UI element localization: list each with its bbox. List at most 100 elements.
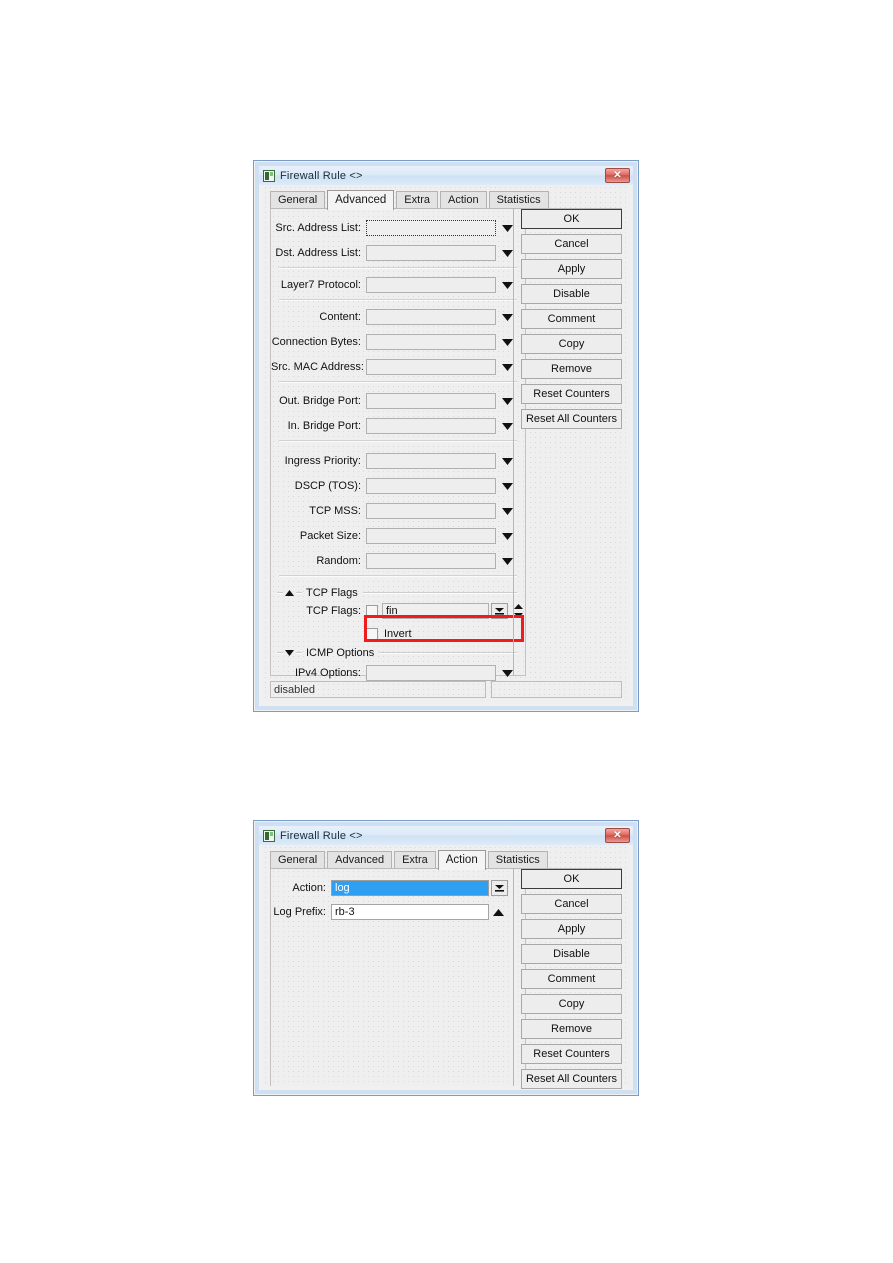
comment-button[interactable]: Comment — [521, 309, 622, 329]
copy-button[interactable]: Copy — [521, 334, 622, 354]
dscp-tos-input[interactable] — [366, 478, 496, 494]
row-dscp-tos[interactable]: DSCP (TOS): — [271, 475, 525, 497]
advanced-form-pane: Src. Address List: Dst. Address List: La… — [270, 209, 526, 676]
apply-button[interactable]: Apply — [521, 259, 622, 279]
label-src-address-list: Src. Address List: — [271, 222, 366, 234]
close-icon[interactable]: ✕ — [605, 828, 630, 843]
chevron-down-icon[interactable] — [283, 648, 296, 658]
connection-bytes-input[interactable] — [366, 334, 496, 350]
tab-general[interactable]: General — [270, 851, 325, 869]
label-src-mac-address: Src. MAC Address: — [271, 361, 366, 373]
log-prefix-input[interactable]: rb-3 — [331, 904, 489, 920]
src-address-list-input[interactable] — [366, 220, 496, 236]
tab-action[interactable]: Action — [438, 850, 486, 870]
row-connection-bytes[interactable]: Connection Bytes: — [271, 331, 525, 353]
tab-statistics[interactable]: Statistics — [488, 851, 548, 869]
window-title: Firewall Rule <> — [280, 170, 363, 182]
ok-button[interactable]: OK — [521, 209, 622, 229]
action-input[interactable]: log — [331, 880, 489, 896]
cancel-button[interactable]: Cancel — [521, 234, 622, 254]
tcp-flags-dropdown-button[interactable] — [491, 603, 508, 619]
row-random[interactable]: Random: — [271, 550, 525, 572]
tab-action[interactable]: Action — [440, 191, 487, 209]
remove-button[interactable]: Remove — [521, 1019, 622, 1039]
reset-counters-button[interactable]: Reset Counters — [521, 384, 622, 404]
divider — [279, 575, 517, 577]
application-icon — [263, 170, 275, 182]
action-dropdown-button[interactable] — [491, 880, 508, 896]
group-header-tcp-flags[interactable]: TCP Flags — [277, 586, 517, 600]
divider — [279, 299, 517, 301]
tab-extra[interactable]: Extra — [396, 191, 438, 209]
label-out-bridge-port: Out. Bridge Port: — [271, 395, 366, 407]
tab-advanced[interactable]: Advanced — [327, 851, 392, 869]
invert-checkbox[interactable] — [366, 628, 378, 640]
title-bar[interactable]: Firewall Rule <> ✕ — [259, 826, 633, 845]
out-bridge-port-input[interactable] — [366, 393, 496, 409]
tab-bar[interactable]: GeneralAdvancedExtraActionStatistics — [270, 189, 551, 209]
layer7-protocol-input[interactable] — [366, 277, 496, 293]
label-dst-address-list: Dst. Address List: — [271, 247, 366, 259]
disable-button[interactable]: Disable — [521, 944, 622, 964]
remove-button[interactable]: Remove — [521, 359, 622, 379]
close-icon[interactable]: ✕ — [605, 168, 630, 183]
ipv4-options-input[interactable] — [366, 665, 496, 681]
row-layer7-protocol[interactable]: Layer7 Protocol: — [271, 274, 525, 296]
chevron-up-icon[interactable] — [283, 588, 296, 598]
group-title-tcp-flags: TCP Flags — [302, 587, 363, 599]
label-tcp-flags: TCP Flags: — [271, 605, 366, 617]
action-button-column[interactable]: OK Cancel Apply Disable Comment Copy Remove Res… — [521, 869, 622, 1094]
label-action: Action: — [271, 882, 331, 894]
reset-counters-button[interactable]: Reset Counters — [521, 1044, 622, 1064]
row-tcp-flags[interactable]: TCP Flags: fin — [271, 600, 525, 622]
firewall-rule-action-window[interactable]: Firewall Rule <> ✕ GeneralAdvancedExtraA… — [253, 820, 639, 1096]
row-src-address-list[interactable]: Src. Address List: — [271, 217, 525, 239]
tab-general[interactable]: General — [270, 191, 325, 209]
row-ingress-priority[interactable]: Ingress Priority: — [271, 450, 525, 472]
tab-extra[interactable]: Extra — [394, 851, 436, 869]
firewall-rule-advanced-window[interactable]: Firewall Rule <> ✕ GeneralAdvancedExtraA… — [253, 160, 639, 712]
reset-all-counters-button[interactable]: Reset All Counters — [521, 1069, 622, 1089]
tab-advanced[interactable]: Advanced — [327, 190, 394, 210]
group-header-icmp-options[interactable]: ICMP Options — [277, 646, 517, 660]
src-mac-address-input[interactable] — [366, 359, 496, 375]
row-log-prefix[interactable]: Log Prefix: rb-3 — [271, 901, 525, 923]
ok-button[interactable]: OK — [521, 869, 622, 889]
row-in-bridge-port[interactable]: In. Bridge Port: — [271, 415, 525, 437]
tcp-flags-checkbox[interactable] — [366, 605, 378, 617]
ingress-priority-input[interactable] — [366, 453, 496, 469]
chevron-up-icon[interactable] — [492, 904, 505, 920]
tcp-flags-input[interactable]: fin — [382, 603, 489, 619]
comment-button[interactable]: Comment — [521, 969, 622, 989]
cancel-button[interactable]: Cancel — [521, 894, 622, 914]
row-packet-size[interactable]: Packet Size: — [271, 525, 525, 547]
window-title: Firewall Rule <> — [280, 830, 363, 842]
apply-button[interactable]: Apply — [521, 919, 622, 939]
row-tcp-flags-invert[interactable]: Invert — [271, 623, 525, 645]
pane-divider — [513, 209, 514, 676]
tcp-mss-input[interactable] — [366, 503, 496, 519]
content-input[interactable] — [366, 309, 496, 325]
action-button-column[interactable]: OK Cancel Apply Disable Comment Copy Remove Res… — [521, 209, 622, 434]
in-bridge-port-input[interactable] — [366, 418, 496, 434]
random-input[interactable] — [366, 553, 496, 569]
application-icon — [263, 830, 275, 842]
copy-button[interactable]: Copy — [521, 994, 622, 1014]
row-content[interactable]: Content: — [271, 306, 525, 328]
divider — [279, 267, 517, 269]
row-action[interactable]: Action: log — [271, 877, 525, 899]
label-ipv4-options: IPv4 Options: — [271, 667, 366, 679]
divider — [279, 440, 517, 442]
pane-divider — [513, 869, 514, 1086]
packet-size-input[interactable] — [366, 528, 496, 544]
title-bar[interactable]: Firewall Rule <> ✕ — [259, 166, 633, 185]
tab-statistics[interactable]: Statistics — [489, 191, 549, 209]
row-src-mac-address[interactable]: Src. MAC Address: — [271, 356, 525, 378]
dst-address-list-input[interactable] — [366, 245, 496, 261]
row-out-bridge-port[interactable]: Out. Bridge Port: — [271, 390, 525, 412]
disable-button[interactable]: Disable — [521, 284, 622, 304]
row-tcp-mss[interactable]: TCP MSS: — [271, 500, 525, 522]
reset-all-counters-button[interactable]: Reset All Counters — [521, 409, 622, 429]
row-dst-address-list[interactable]: Dst. Address List: — [271, 242, 525, 264]
tab-bar[interactable]: GeneralAdvancedExtraActionStatistics — [270, 849, 550, 869]
